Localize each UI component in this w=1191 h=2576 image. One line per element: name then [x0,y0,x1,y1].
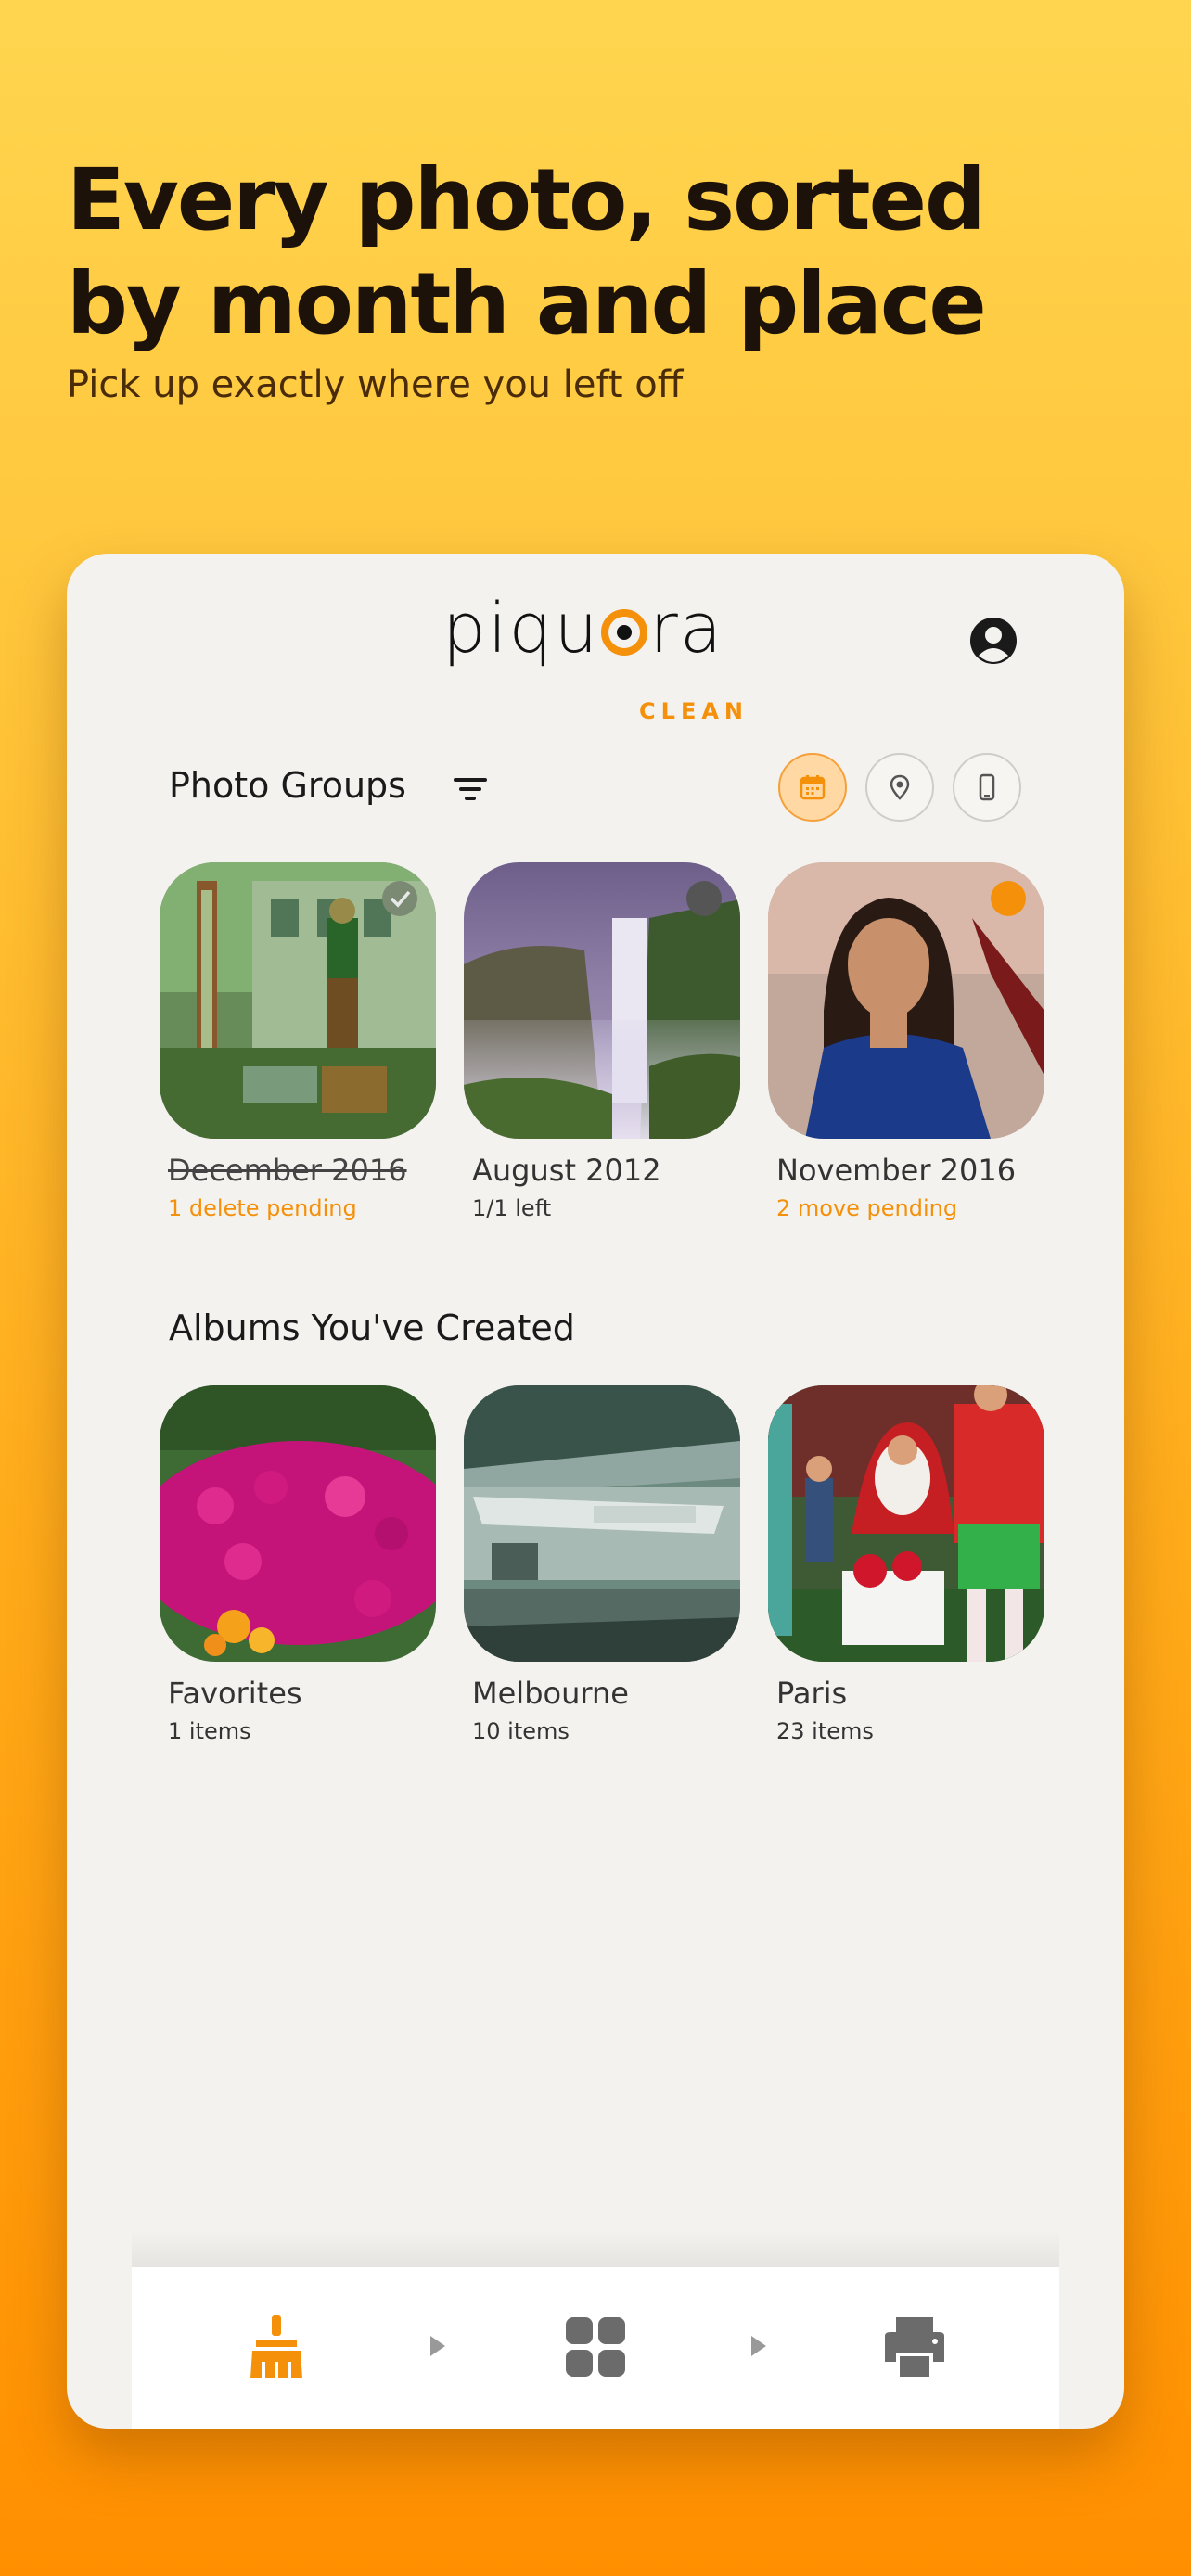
view-by-date-button[interactable] [778,753,847,822]
filter-icon[interactable] [450,772,491,806]
view-by-device-button[interactable] [953,753,1021,822]
photo-group-name: November 2016 [776,1153,1017,1188]
album-thumbnail[interactable] [160,1385,436,1662]
photo-group-name: December 2016 [168,1153,407,1188]
app-card: piqu ra CLEAN Photo Groups December 2016… [67,554,1124,2429]
logo-subtitle: CLEAN [639,698,749,724]
location-pin-icon [890,774,910,800]
headline: Every photo, sorted by month and place [67,148,1124,356]
bottom-nav-bar [132,2267,1059,2429]
step-arrow-icon [430,2336,445,2356]
album-name: Melbourne [472,1676,629,1711]
photo-group-thumbnail[interactable] [768,862,1044,1139]
phone-icon [979,773,995,801]
photo-group-status: 1 delete pending [168,1195,357,1221]
album-thumbnail[interactable] [464,1385,740,1662]
photo-group-thumbnail[interactable] [464,862,740,1139]
album-count: 10 items [472,1718,570,1744]
album-name: Favorites [168,1676,302,1711]
check-badge-icon[interactable] [382,881,417,916]
album-name: Paris [776,1676,848,1711]
logo-text-left: piqu [442,589,600,669]
bottom-bar-shadow [132,2230,1059,2267]
select-badge-icon[interactable] [686,881,722,916]
photo-group-thumbnail[interactable] [160,862,436,1139]
album-count: 1 items [168,1718,251,1744]
broom-icon[interactable] [243,2314,310,2380]
logo-lens-icon [601,609,648,656]
albums-title: Albums You've Created [169,1307,575,1348]
photo-group-status: 1/1 left [472,1195,552,1221]
photo-group-status: 2 move pending [776,1195,958,1221]
printer-icon[interactable] [881,2314,948,2380]
headline-line-2: by month and place [67,254,987,353]
view-by-place-button[interactable] [865,753,934,822]
logo-text-right: ra [649,589,724,669]
photo-groups-title: Photo Groups [169,765,406,806]
app-logo: piqu ra CLEAN [442,589,749,724]
headline-line-1: Every photo, sorted [67,150,986,249]
step-arrow-icon [751,2336,766,2356]
headline-subtitle: Pick up exactly where you left off [67,363,684,406]
select-badge-icon[interactable] [991,881,1026,916]
photo-group-name: August 2012 [472,1153,661,1188]
album-count: 23 items [776,1718,874,1744]
calendar-icon [800,775,826,800]
grid-icon[interactable] [562,2314,629,2380]
album-thumbnail[interactable] [768,1385,1044,1662]
account-icon[interactable] [969,617,1018,665]
